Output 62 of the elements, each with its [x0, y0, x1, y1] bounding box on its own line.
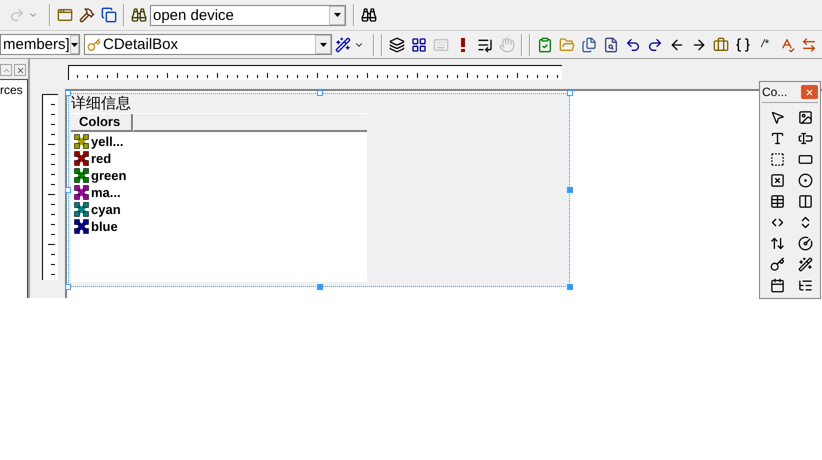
list-item[interactable]: green — [91, 169, 126, 182]
dialog-form[interactable]: 详细信息 Colors yell... red green ma... cyan blue — [68, 93, 570, 287]
key-icon — [87, 38, 101, 52]
binoculars-icon — [131, 7, 147, 23]
list-item[interactable]: yell... — [91, 135, 124, 148]
wizard-icon — [335, 36, 351, 52]
open-folder-icon — [559, 36, 575, 52]
exclamation-icon — [461, 38, 465, 52]
braces-icon — [735, 36, 751, 52]
find-icon — [603, 36, 619, 52]
redo-icon — [9, 7, 25, 23]
resize-handle[interactable] — [567, 90, 573, 96]
check-box-icon — [770, 172, 784, 188]
grid-icon — [411, 36, 427, 52]
group-box-icon — [770, 152, 784, 166]
dialog-title: 详细信息 — [71, 94, 132, 113]
list-item[interactable]: cyan — [91, 203, 121, 216]
back-icon — [669, 36, 685, 52]
find-combo[interactable]: open device — [150, 4, 346, 26]
forward-icon — [691, 36, 707, 52]
list-item[interactable]: blue — [91, 220, 118, 233]
keyboard-icon — [433, 36, 449, 52]
tree-icon — [798, 278, 812, 292]
help-search-icon — [361, 7, 377, 23]
undo-icon — [625, 36, 641, 52]
column-header[interactable]: Colors — [71, 114, 133, 132]
list-icon — [477, 36, 493, 52]
list-item[interactable]: ma... — [91, 186, 121, 199]
comment-button[interactable]: /* — [754, 34, 776, 56]
members-combo[interactable]: members] — [0, 34, 80, 55]
redo-icon — [647, 36, 663, 52]
close-button[interactable] — [14, 64, 26, 76]
colors-list[interactable]: Colors yell... red green ma... cyan blue — [71, 113, 367, 282]
close-icon — [805, 88, 814, 96]
briefcase-icon — [713, 36, 729, 52]
pointer-icon — [770, 110, 784, 124]
static-text-icon — [770, 130, 784, 146]
resize-handle[interactable] — [317, 284, 323, 290]
copy-icon — [581, 36, 597, 52]
resize-handle[interactable] — [317, 90, 323, 96]
class-combo[interactable]: CDetailBox — [84, 34, 332, 55]
resize-handle[interactable] — [65, 284, 71, 290]
calendar-icon — [770, 278, 784, 292]
workspace-icon — [57, 7, 73, 23]
resize-handle[interactable] — [567, 284, 573, 290]
resize-handle[interactable] — [567, 187, 573, 193]
hammer-icon — [79, 7, 95, 23]
hand-icon — [499, 36, 515, 52]
close-icon — [16, 66, 24, 74]
stack-icon — [389, 36, 405, 52]
list-item[interactable]: red — [91, 152, 112, 165]
palette-title: Co... — [762, 84, 788, 101]
clipboard-check-icon — [537, 36, 553, 52]
radio-button-icon — [798, 172, 812, 188]
picture-icon — [798, 110, 812, 124]
edit-box-icon — [798, 130, 812, 146]
close-button[interactable] — [801, 85, 818, 99]
swap-icon — [801, 36, 817, 52]
windows-icon — [101, 7, 117, 23]
tree-item[interactable]: rces — [0, 84, 27, 96]
resize-handle[interactable] — [65, 90, 71, 96]
resize-handle[interactable] — [65, 187, 71, 193]
